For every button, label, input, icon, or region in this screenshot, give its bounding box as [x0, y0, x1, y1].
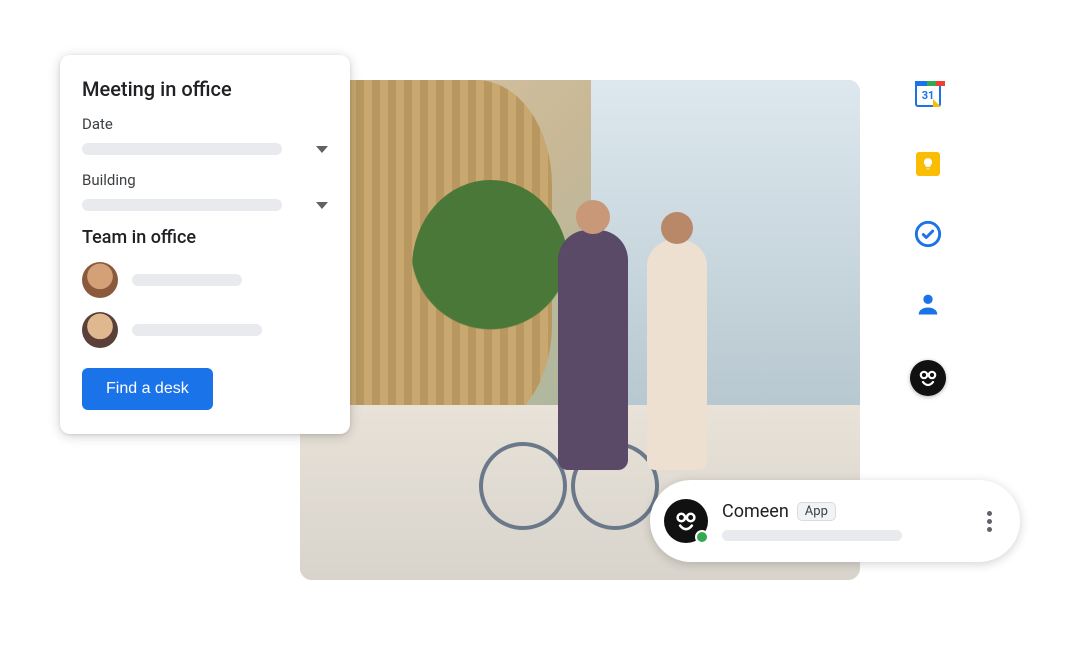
team-member-row	[82, 262, 328, 298]
app-chip-body: Comeen App	[722, 501, 967, 541]
building-value-placeholder	[82, 199, 282, 211]
app-chip[interactable]: Comeen App	[650, 480, 1020, 562]
meeting-form-card: Meeting in office Date Building Team in …	[60, 55, 350, 434]
contacts-icon[interactable]	[914, 290, 942, 318]
app-badge: App	[797, 502, 836, 521]
find-desk-button[interactable]: Find a desk	[82, 368, 213, 410]
team-member-row	[82, 312, 328, 348]
comeen-icon	[664, 499, 708, 543]
avatar	[82, 312, 118, 348]
keep-icon[interactable]	[914, 150, 942, 178]
date-label: Date	[82, 115, 328, 133]
avatar	[82, 262, 118, 298]
tasks-icon[interactable]	[914, 220, 942, 248]
card-title: Meeting in office	[82, 77, 328, 101]
building-select[interactable]	[82, 199, 328, 211]
chevron-down-icon	[316, 202, 328, 209]
member-name-placeholder	[132, 324, 262, 336]
calendar-icon[interactable]: 31	[914, 80, 942, 108]
app-name: Comeen	[722, 501, 789, 522]
more-options-button[interactable]	[981, 505, 998, 538]
presence-online-dot	[695, 530, 709, 544]
chevron-down-icon	[316, 146, 328, 153]
building-label: Building	[82, 171, 328, 189]
date-value-placeholder	[82, 143, 282, 155]
side-panel-rail: 31	[906, 80, 950, 396]
member-name-placeholder	[132, 274, 242, 286]
comeen-icon[interactable]	[910, 360, 946, 396]
team-title: Team in office	[82, 227, 328, 248]
date-select[interactable]	[82, 143, 328, 155]
message-preview-placeholder	[722, 530, 902, 541]
